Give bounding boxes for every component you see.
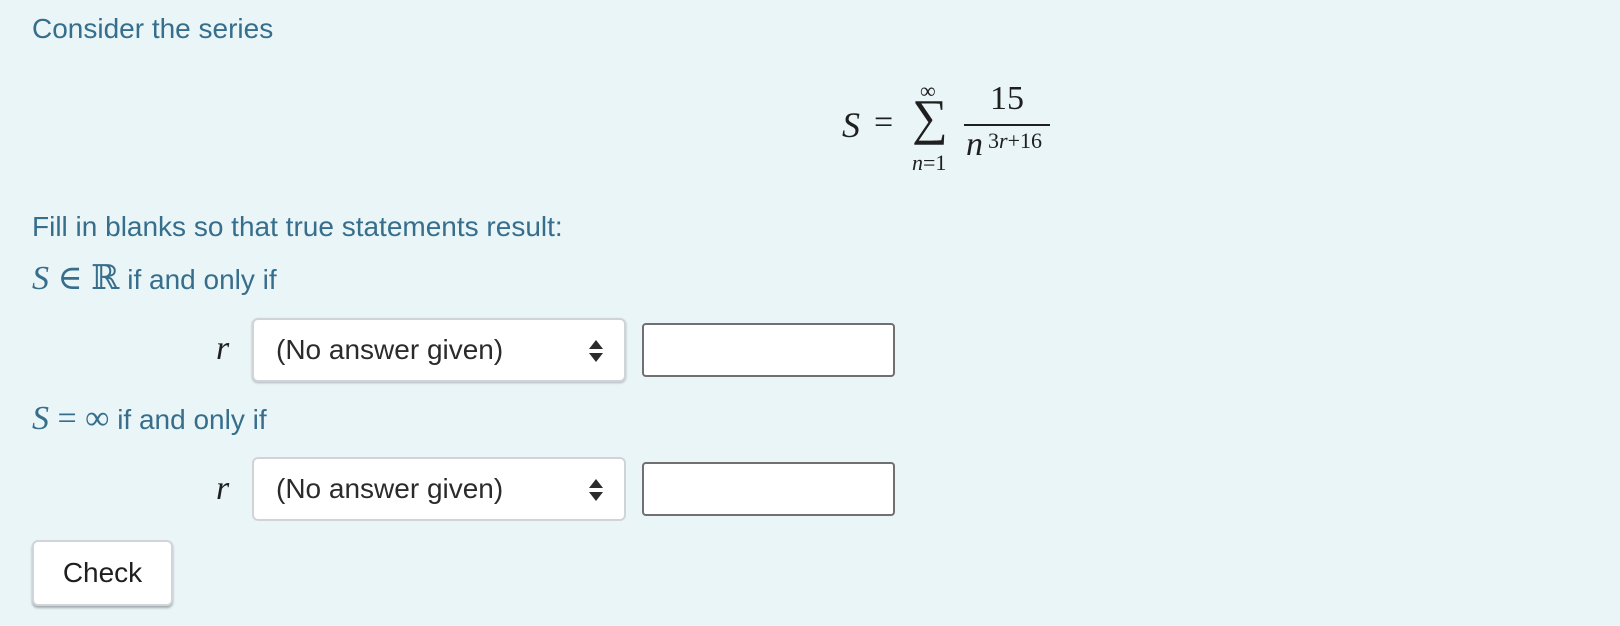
- formula-lower-rest: =1: [923, 150, 947, 175]
- formula-equals: =: [874, 104, 894, 141]
- condition-statement-diverges: S = ∞ if and only if: [32, 402, 267, 437]
- variable-label: r: [216, 470, 230, 507]
- formula-lhs: S: [842, 105, 860, 145]
- formula-sum-symbol: ∑: [912, 89, 948, 145]
- formula-lower-limit: n=1: [912, 150, 946, 176]
- select-value: (No answer given): [276, 334, 504, 365]
- answer-input[interactable]: [642, 462, 895, 516]
- comparison-select[interactable]: (No answer given): [252, 457, 626, 521]
- condition-lhs: S: [32, 400, 49, 437]
- intro-text: Consider the series: [32, 13, 274, 44]
- condition-operator: = ∞: [49, 400, 110, 437]
- formula-denominator-base: n: [966, 126, 983, 163]
- answer-input[interactable]: [642, 323, 895, 377]
- variable-label: r: [216, 330, 230, 367]
- series-formula: S = ∞ ∑ n=1 15 n 3r+16: [842, 78, 1062, 188]
- comparison-select[interactable]: (No answer given): [252, 318, 626, 382]
- formula-numerator: 15: [990, 80, 1024, 117]
- formula-exponent-var: r: [999, 128, 1008, 153]
- select-value: (No answer given): [276, 473, 504, 504]
- condition-lhs: S: [32, 260, 49, 297]
- up-down-arrows-icon: [589, 340, 603, 362]
- condition-text: if and only if: [109, 404, 267, 435]
- formula-exponent: 3r+16: [988, 128, 1042, 154]
- check-button[interactable]: Check: [32, 540, 173, 606]
- formula-exponent-first: 3: [988, 128, 999, 153]
- formula-exponent-rest: +16: [1007, 128, 1042, 153]
- condition-operator: ∈ ℝ: [49, 260, 120, 297]
- instruction-text: Fill in blanks so that true statements r…: [32, 211, 563, 242]
- condition-statement-converges: S ∈ ℝ if and only if: [32, 262, 277, 297]
- formula-lower-var: n: [912, 150, 923, 175]
- up-down-arrows-icon: [589, 479, 603, 501]
- condition-text: if and only if: [119, 264, 277, 295]
